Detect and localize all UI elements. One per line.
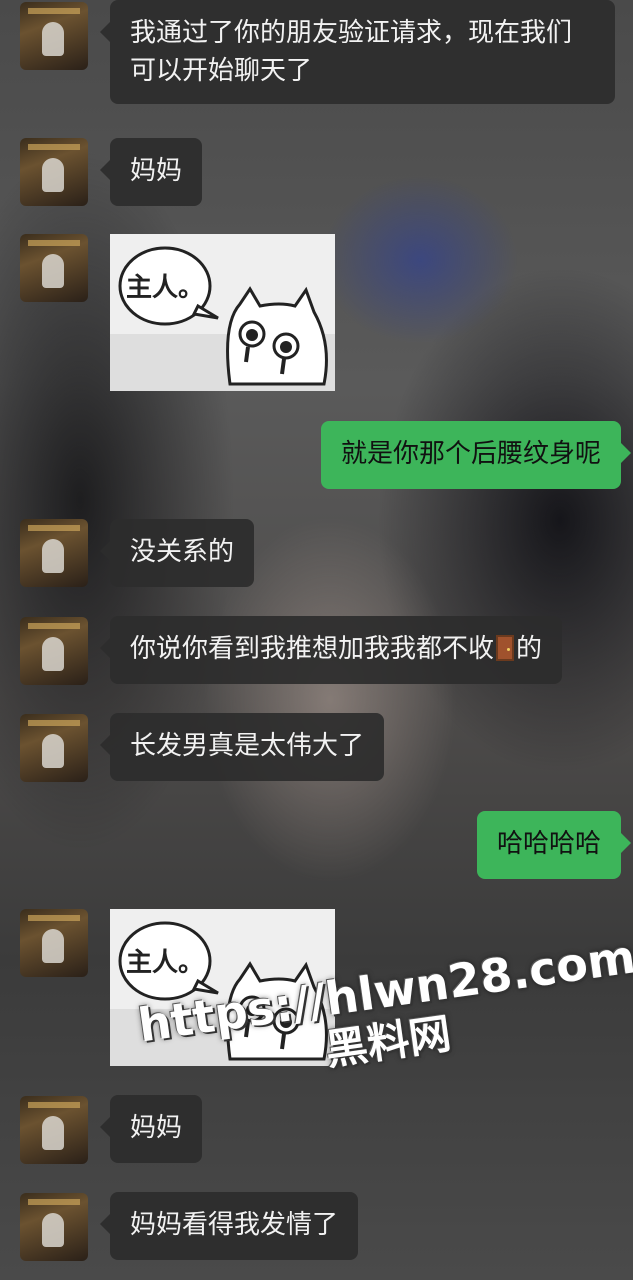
contact-avatar[interactable] [20,234,88,302]
message-bubble[interactable]: 哈哈哈哈 [476,811,632,879]
message-bubble[interactable]: 妈妈 [99,1095,203,1163]
message-bubble[interactable]: 就是你那个后腰纹身呢 [320,421,632,489]
message-text: 的 [516,634,543,664]
message-bubble[interactable]: 我通过了你的朋友验证请求，现在我们可以开始聊天了 [100,0,615,104]
chat-area: 我通过了你的朋友验证请求，现在我们可以开始聊天了 妈妈 主人。 就是你那个后腰纹… [0,0,633,1280]
door-emoji-icon [496,635,515,661]
sticker-text: 主人。 [126,273,204,303]
contact-avatar[interactable] [20,2,88,70]
crying-cat-sticker: 主人。 [110,234,335,391]
message-text: 你说你看到我推想加我我都不收 [130,634,495,664]
contact-avatar[interactable] [20,617,88,685]
sticker-text: 主人。 [126,948,204,978]
message-bubble[interactable]: 妈妈 [99,138,203,206]
contact-avatar[interactable] [20,714,88,782]
message-bubble[interactable]: 没关系的 [99,519,255,587]
message-bubble[interactable]: 妈妈看得我发情了 [99,1192,359,1260]
message-bubble[interactable]: 你说你看到我推想加我我都不收的 [99,616,563,684]
contact-avatar[interactable] [20,138,88,206]
contact-avatar[interactable] [20,1096,88,1164]
message-bubble[interactable]: 长发男真是太伟大了 [99,713,385,781]
contact-avatar[interactable] [20,1193,88,1261]
contact-avatar[interactable] [20,909,88,977]
sticker-image[interactable]: 主人。 [110,234,335,391]
contact-avatar[interactable] [20,519,88,587]
